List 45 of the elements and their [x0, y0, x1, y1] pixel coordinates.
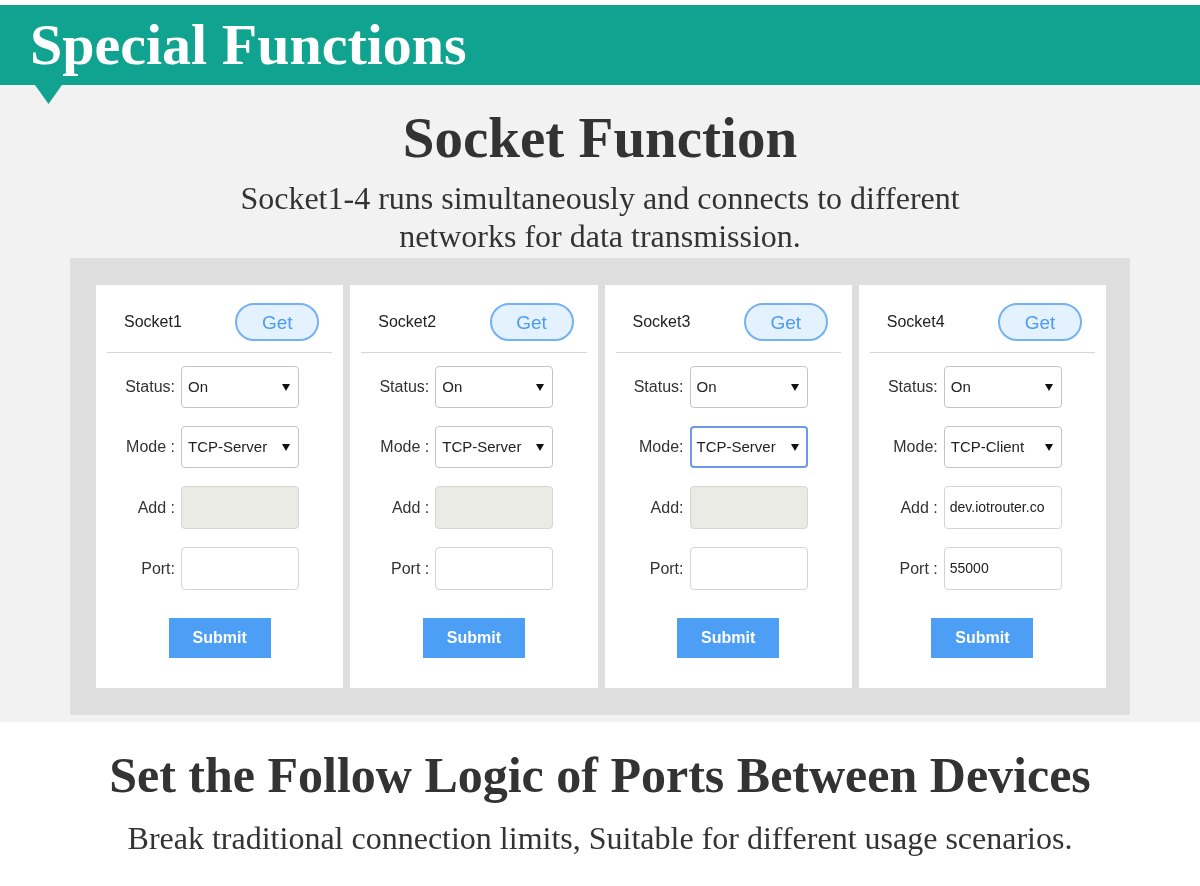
section-description: Socket1-4 runs simultaneously and connects to different networks for data transmission.	[239, 179, 961, 255]
section-heading: Socket Function	[402, 109, 798, 166]
dropdown[interactable]: TCP-Server	[181, 426, 299, 468]
field-label: Add :	[390, 497, 430, 518]
field-label: Add :	[136, 497, 175, 518]
text-field[interactable]: dev.iotrouter.co	[943, 486, 1062, 529]
field-label: Mode :	[379, 437, 430, 457]
field-label: Port :	[898, 558, 938, 579]
dropdown[interactable]: On	[689, 366, 808, 408]
field-label: Add :	[899, 497, 938, 518]
socket-name: Socket2	[378, 312, 437, 332]
dropdown[interactable]: TCP-Client	[943, 426, 1062, 468]
dropdown[interactable]: On	[181, 366, 299, 408]
dropdown[interactable]: On	[435, 366, 554, 408]
socket-name: Socket4	[886, 312, 945, 332]
text-field[interactable]	[435, 547, 554, 590]
text-field[interactable]	[689, 547, 808, 590]
field-label: Status:	[632, 377, 684, 397]
field-label: Status:	[886, 377, 938, 397]
text-field[interactable]: 55000	[943, 547, 1062, 590]
footer-description: Break traditional connection limits, Suitable for different usage scenarios.	[126, 822, 1074, 854]
caret-icon	[282, 383, 290, 391]
caret-icon	[1044, 443, 1053, 451]
field-label: Mode:	[892, 437, 938, 457]
field-label: Status:	[378, 377, 430, 397]
field-label: Add:	[649, 497, 684, 518]
field-label: Port :	[390, 558, 430, 579]
caret-icon	[536, 383, 545, 391]
socket-name: Socket3	[632, 312, 691, 332]
banner-title: Special Functions	[30, 16, 467, 74]
caret-icon	[790, 383, 799, 391]
socket-name: Socket1	[124, 312, 182, 332]
field-label: Mode :	[125, 437, 175, 457]
caret-icon	[1044, 383, 1053, 391]
caret-icon	[536, 443, 545, 451]
field-label: Status:	[124, 377, 175, 397]
caret-icon	[282, 443, 290, 451]
dropdown[interactable]: TCP-Server	[689, 426, 808, 468]
dropdown[interactable]: On	[943, 366, 1062, 408]
dropdown[interactable]: TCP-Server	[435, 426, 554, 468]
text-field[interactable]	[181, 547, 299, 590]
caret-icon	[790, 443, 799, 451]
field-label: Mode:	[638, 437, 684, 457]
field-label: Port:	[648, 558, 684, 579]
field-label: Port:	[140, 558, 175, 579]
